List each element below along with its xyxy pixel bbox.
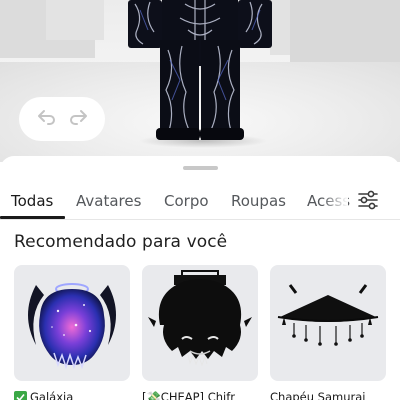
filter-button[interactable] [352,189,384,215]
catalog-bottom-sheet: Todas Avatares Corpo Roupas Acess [0,156,400,400]
undo-button[interactable] [35,107,59,131]
redo-button[interactable] [66,107,90,131]
item-card[interactable]: Galáxia [14,265,130,400]
redo-arrow-icon [68,109,88,129]
item-card[interactable]: Chapéu Samurai [270,265,386,400]
category-tabs: Todas Avatares Corpo Roupas Acess [0,186,400,220]
item-name: [💸CHEAP] Chifr [142,390,258,400]
item-thumbnail [270,265,386,381]
item-card[interactable]: [💸CHEAP] Chifr [142,265,258,400]
avatar-preview-scene[interactable] [0,0,400,162]
verified-check-icon [14,390,27,400]
galaxy-hair-image [28,283,116,370]
tabs-divider [0,219,400,220]
samurai-hat-image [277,284,379,346]
item-name-text: Chapéu Samurai [270,390,366,400]
sheet-drag-handle[interactable] [183,166,218,170]
horned-hair-image [148,270,252,367]
tab-avatares[interactable]: Avatares [76,192,141,210]
item-thumbnail [14,265,130,381]
item-name: Chapéu Samurai [270,390,386,400]
item-name-text: [💸CHEAP] Chifr [142,390,235,400]
item-thumbnail [142,265,258,381]
tab-roupas[interactable]: Roupas [231,192,286,210]
undo-arrow-icon [37,109,57,129]
recommended-items-row: Galáxia [💸CHEAP] Chifr Chapéu Samurai [14,265,400,400]
tabs-fade-overlay [322,186,348,218]
section-title: Recomendado para você [14,232,228,252]
tab-corpo[interactable]: Corpo [164,192,209,210]
sliders-icon [357,190,379,214]
item-name-text: Galáxia [30,390,74,400]
item-name: Galáxia [14,390,130,400]
undo-redo-pill [19,97,105,141]
tab-todas[interactable]: Todas [11,192,53,210]
